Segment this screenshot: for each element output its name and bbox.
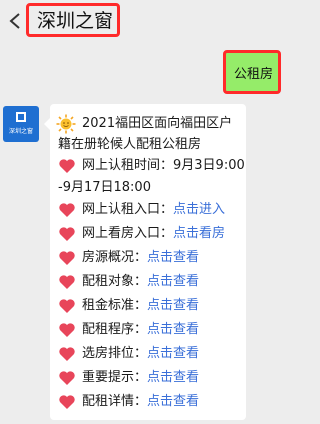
item-label: 配租程序： xyxy=(82,322,148,337)
item-label: 重要提示： xyxy=(82,370,148,385)
top-bar: 深圳之窗 xyxy=(0,0,283,44)
bot-avatar[interactable]: 深圳之窗 xyxy=(3,106,39,142)
important-notice-link[interactable]: 点击查看 xyxy=(147,370,199,385)
list-item-room-ranking: 选房排位：点击查看 xyxy=(82,345,199,363)
eligible-applicants-link[interactable]: 点击查看 xyxy=(147,274,199,289)
heart-icon xyxy=(59,371,75,385)
signup-time-line-2: -9月17日18:00 xyxy=(58,180,151,195)
item-label: 选房排位： xyxy=(82,346,148,361)
page-title: 深圳之窗 xyxy=(37,10,114,32)
list-item-housing-overview: 房源概况：点击查看 xyxy=(82,249,199,267)
reply-bubble: 2021福田区面向福田区户 籍在册轮候人配租公租房 网上认租时间：9月3日9:0… xyxy=(44,104,246,420)
user-message-text: 公租房 xyxy=(234,67,274,82)
heart-icon xyxy=(59,275,75,289)
list-item-viewing-entry: 网上看房入口：点击看房 xyxy=(82,225,225,243)
allocation-procedure-link[interactable]: 点击查看 xyxy=(147,322,199,337)
item-label: 网上认租入口： xyxy=(82,202,174,217)
item-label: 租金标准： xyxy=(82,298,148,313)
heart-icon xyxy=(59,347,75,361)
heart-icon xyxy=(59,203,75,217)
item-label: 配租详情： xyxy=(82,394,148,409)
list-item-allocation-procedure: 配租程序：点击查看 xyxy=(82,321,199,339)
sun-icon xyxy=(56,114,76,134)
window-icon xyxy=(16,112,26,122)
viewing-entry-link[interactable]: 点击看房 xyxy=(173,226,225,241)
rent-standard-link[interactable]: 点击查看 xyxy=(147,298,199,313)
intro-line-1: 2021福田区面向福田区户 xyxy=(82,116,233,131)
item-label: 网上看房入口： xyxy=(82,226,174,241)
user-message-bubble[interactable]: 公租房 xyxy=(223,50,281,94)
intro-line-2: 籍在册轮候人配租公租房 xyxy=(58,137,202,152)
title-highlight-box: 深圳之窗 xyxy=(26,3,120,37)
housing-overview-link[interactable]: 点击查看 xyxy=(147,250,199,265)
heart-icon xyxy=(59,395,75,409)
list-item-allocation-details: 配租详情：点击查看 xyxy=(82,393,199,411)
signup-time-line-1: 网上认租时间：9月3日9:00 xyxy=(82,158,245,173)
room-ranking-link[interactable]: 点击查看 xyxy=(147,346,199,361)
heart-icon xyxy=(59,227,75,241)
signup-entry-link[interactable]: 点击进入 xyxy=(173,202,225,217)
back-arrow-icon[interactable] xyxy=(6,10,26,32)
heart-icon xyxy=(59,251,75,265)
heart-icon xyxy=(59,299,75,313)
avatar-label: 深圳之窗 xyxy=(8,128,33,135)
item-label: 房源概况： xyxy=(82,250,148,265)
allocation-details-link[interactable]: 点击查看 xyxy=(147,394,199,409)
heart-icon xyxy=(59,159,75,173)
list-item-important-notice: 重要提示：点击查看 xyxy=(82,369,199,387)
list-item-rent-standard: 租金标准：点击查看 xyxy=(82,297,199,315)
item-label: 配租对象： xyxy=(82,274,148,289)
list-item-eligible-applicants: 配租对象：点击查看 xyxy=(82,273,199,291)
list-item-signup-entry: 网上认租入口：点击进入 xyxy=(82,201,225,219)
heart-icon xyxy=(59,323,75,337)
